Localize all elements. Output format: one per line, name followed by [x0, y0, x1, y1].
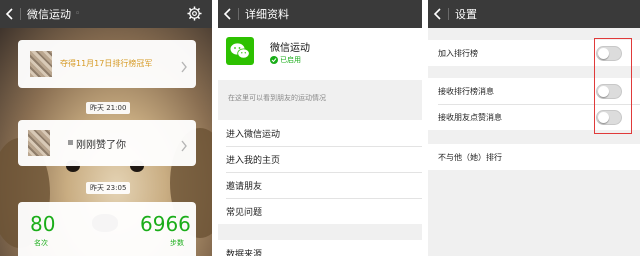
- navbar-divider: [448, 8, 449, 20]
- navbar-divider: [238, 8, 239, 20]
- settings-gear-button[interactable]: [187, 6, 202, 21]
- setting-label: 接收排行榜消息: [438, 86, 494, 96]
- wechat-logo-icon: [226, 37, 254, 65]
- timestamp: 昨天 21:00: [86, 102, 131, 114]
- status-badge: 已启用: [270, 55, 301, 65]
- rank-champion-card[interactable]: 夺得11月17日排行榜冠军: [18, 40, 196, 88]
- menu-item-my-homepage[interactable]: 进入我的主页: [218, 146, 422, 172]
- stats-card[interactable]: 80 名次 6966 步数: [18, 202, 196, 256]
- navbar: 设置: [428, 0, 640, 28]
- steps-label: 步数: [170, 239, 184, 247]
- setting-exclude-from-ranking[interactable]: 不与他（她）排行: [428, 144, 640, 170]
- page-title: 详细资料: [245, 8, 289, 21]
- highlight-box: [594, 38, 632, 134]
- rank-value: 80: [30, 212, 56, 236]
- app-root: 微信运动 ◦ 夺得11月17日排行榜冠军 昨天 21:00 刚刚赞了你 昨天 2…: [0, 0, 640, 256]
- avatar: [30, 51, 52, 77]
- menu-item-invite-friends[interactable]: 邀请朋友: [218, 172, 422, 198]
- back-button[interactable]: [218, 0, 236, 28]
- navbar-divider: [20, 8, 21, 20]
- check-icon: [270, 56, 278, 64]
- setting-label: 接收朋友点赞消息: [438, 112, 502, 122]
- menu-list: 进入微信运动 进入我的主页 邀请朋友 常见问题: [218, 120, 422, 224]
- setting-label: 不与他（她）排行: [438, 152, 502, 162]
- navbar: 微信运动 ◦: [0, 0, 212, 28]
- detail-profile-screen: 详细资料 微信运动 已启用 在这里可以看到朋友的运动情况 进入微信运动 进入我的…: [218, 0, 422, 256]
- back-arrow-icon: [433, 8, 441, 20]
- page-title: 微信运动: [27, 8, 71, 21]
- mute-icon: ◦: [75, 9, 81, 19]
- settings-group: 不与他（她）排行: [428, 144, 640, 170]
- avatar: [28, 130, 50, 156]
- profile-header: 微信运动 已启用: [218, 28, 422, 80]
- setting-label: 加入排行榜: [438, 48, 478, 58]
- menu-item-enter-sport[interactable]: 进入微信运动: [218, 120, 422, 146]
- menu-item-faq[interactable]: 常见问题: [218, 198, 422, 224]
- gear-icon: [187, 6, 202, 21]
- steps-value: 6966: [140, 212, 191, 236]
- hint-text: 在这里可以看到朋友的运动情况: [228, 94, 326, 102]
- like-notification-card[interactable]: 刚刚赞了你: [18, 120, 196, 166]
- back-button[interactable]: [428, 0, 446, 28]
- app-name: 微信运动: [270, 43, 310, 54]
- back-arrow-icon: [223, 8, 231, 20]
- rank-card-text: 夺得11月17日排行榜冠军: [60, 59, 153, 68]
- like-card-text: 刚刚赞了你: [76, 140, 126, 151]
- back-button[interactable]: [0, 0, 18, 28]
- page-title: 设置: [455, 8, 477, 21]
- blurred-name: [68, 140, 73, 145]
- back-arrow-icon: [5, 8, 13, 20]
- timestamp: 昨天 23:05: [86, 182, 131, 194]
- wechat-sport-screen: 微信运动 ◦ 夺得11月17日排行榜冠军 昨天 21:00 刚刚赞了你 昨天 2…: [0, 0, 212, 256]
- status-text: 已启用: [280, 56, 301, 64]
- chevron-right-icon: [180, 58, 188, 73]
- menu-item-data-source[interactable]: 数据来源: [218, 240, 422, 256]
- chevron-right-icon: [180, 137, 188, 152]
- rank-label: 名次: [34, 239, 48, 247]
- menu-list: 数据来源: [218, 240, 422, 256]
- navbar: 详细资料: [218, 0, 422, 28]
